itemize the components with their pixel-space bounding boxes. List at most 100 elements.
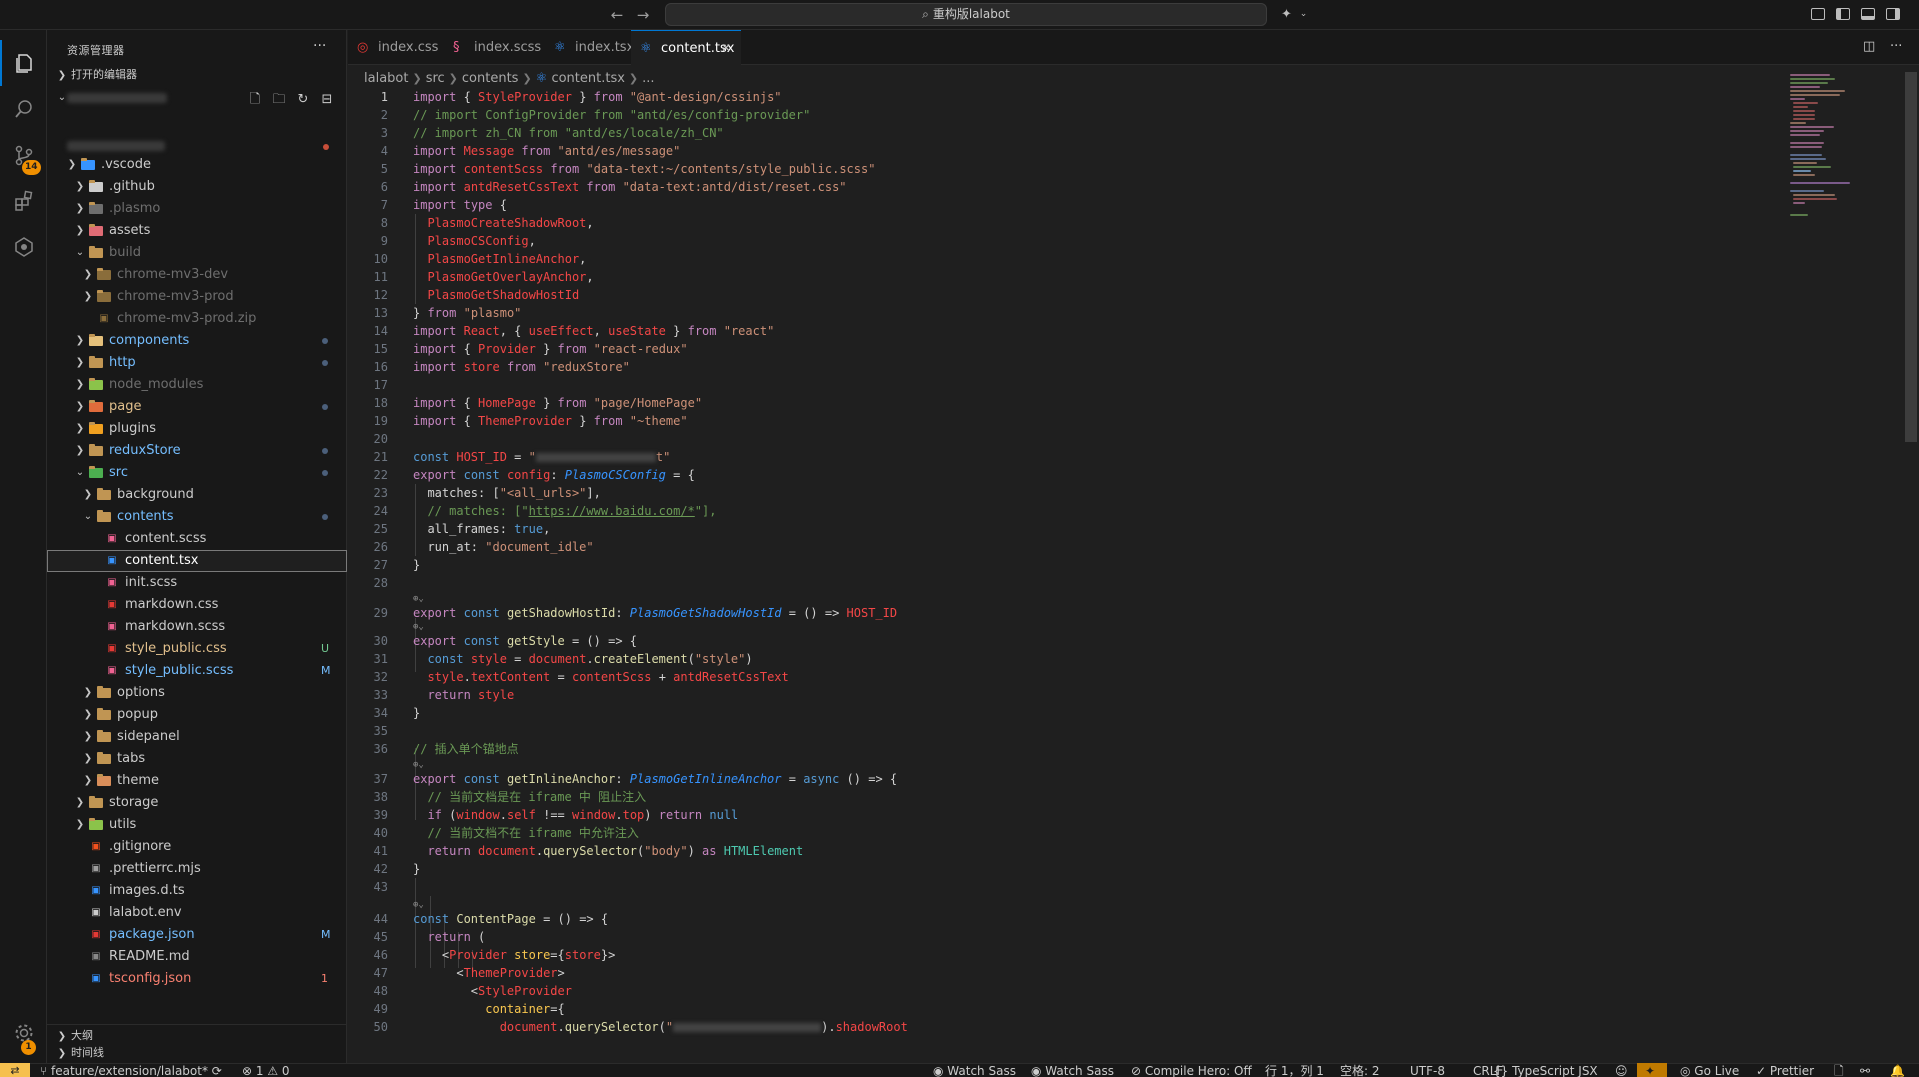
tree-folder[interactable]: ⌄ build bbox=[47, 242, 347, 264]
tab-index-scss[interactable]: § index.scss bbox=[444, 30, 545, 65]
more-actions-button[interactable]: ··· bbox=[313, 38, 326, 54]
customize-layout-icon[interactable] bbox=[1809, 6, 1826, 23]
command-center-search[interactable]: ⌕ 重构版lalabot bbox=[665, 3, 1267, 26]
open-editors-section[interactable]: ❯ 打开的编辑器 bbox=[47, 64, 347, 86]
react-file-icon: ⚛ bbox=[640, 41, 652, 56]
more-actions-icon[interactable]: ··· bbox=[1890, 39, 1902, 54]
tree-file[interactable]: ▣ package.json M bbox=[47, 924, 347, 946]
tree-file[interactable]: ▣ init.scss bbox=[47, 572, 347, 594]
tree-file[interactable]: ▣ markdown.scss bbox=[47, 616, 347, 638]
tree-folder[interactable]: ❯ assets bbox=[47, 220, 347, 242]
forward-arrow-button[interactable]: → bbox=[632, 5, 654, 25]
tree-file[interactable]: ▣ content.tsx bbox=[47, 550, 347, 572]
watch-sass-button-2[interactable]: ◉ Watch Sass bbox=[1031, 1062, 1114, 1077]
encoding[interactable]: UTF-8 bbox=[1410, 1062, 1445, 1077]
tree-file[interactable]: ▣ README.md bbox=[47, 946, 347, 968]
sync-icon: ⟳ bbox=[207, 1064, 222, 1077]
tab-index-css[interactable]: ◎ index.css bbox=[348, 30, 444, 65]
chevron-down-icon[interactable]: ⌄ bbox=[1295, 6, 1312, 23]
problems-indicator[interactable]: ⊗ 1 ⚠ 0 bbox=[242, 1062, 290, 1077]
code-editor[interactable]: 1 import { StyleProvider } from "@ant-des… bbox=[348, 88, 1748, 1038]
tree-folder[interactable]: ❯ .plasmo bbox=[47, 198, 347, 220]
outline-label: 大纲 bbox=[71, 1029, 93, 1042]
notifications-bell-icon[interactable]: 🔔 bbox=[1890, 1062, 1905, 1077]
tree-folder[interactable]: ❯ plugins bbox=[47, 418, 347, 440]
remote-indicator-icon[interactable]: ⇄ bbox=[0, 1063, 30, 1077]
tree-folder[interactable]: ❯ node_modules bbox=[47, 374, 347, 396]
tree-file[interactable]: ▣ images.d.ts bbox=[47, 880, 347, 902]
tree-file[interactable]: ▣ lalabot.env bbox=[47, 902, 347, 924]
tree-folder[interactable]: ❯ chrome-mv3-prod bbox=[47, 286, 347, 308]
modified-dot bbox=[322, 448, 328, 454]
tree-file[interactable]: ▣ content.scss bbox=[47, 528, 347, 550]
compile-hero-button[interactable]: ⊘ Compile Hero: Off bbox=[1131, 1062, 1252, 1077]
new-folder-icon[interactable]: 🗀 bbox=[269, 90, 289, 112]
tree-folder[interactable]: ❯ options bbox=[47, 682, 347, 704]
cursor-position[interactable]: 行 1，列 1 bbox=[1265, 1062, 1324, 1077]
prettier-button[interactable]: ✓ Prettier bbox=[1756, 1062, 1814, 1077]
copilot-warning-icon[interactable]: ✦ bbox=[1645, 1062, 1655, 1077]
tree-folder[interactable]: ❯ background bbox=[47, 484, 347, 506]
live-share-icon[interactable]: ⚯ bbox=[1860, 1062, 1870, 1077]
css-file-icon: ◎ bbox=[357, 40, 369, 55]
tree-folder[interactable]: ❯ .vscode bbox=[47, 154, 347, 176]
folder-shape bbox=[97, 730, 111, 742]
minimap[interactable] bbox=[1790, 74, 1890, 224]
breadcrumb-item[interactable]: lalabot bbox=[364, 71, 408, 86]
refresh-icon[interactable]: ↻ bbox=[293, 92, 313, 107]
tree-folder[interactable]: ❯ sidepanel bbox=[47, 726, 347, 748]
breadcrumb-item[interactable]: content.tsx bbox=[551, 71, 624, 86]
timeline-section[interactable]: ❯ 时间线 bbox=[47, 1042, 347, 1064]
tree-file[interactable]: ▣ tsconfig.json 1 bbox=[47, 968, 347, 990]
tree-file[interactable]: ▣ style_public.scss M bbox=[47, 660, 347, 682]
breadcrumb-item[interactable]: ... bbox=[642, 71, 654, 86]
tree-folder[interactable]: ❯ reduxStore bbox=[47, 440, 347, 462]
tree-file[interactable]: ▣ .prettierrc.mjs bbox=[47, 858, 347, 880]
back-arrow-button[interactable]: ← bbox=[606, 5, 628, 25]
toggle-panel-icon[interactable] bbox=[1859, 6, 1876, 23]
indentation[interactable]: 空格: 2 bbox=[1340, 1062, 1380, 1077]
editor-scrollbar[interactable] bbox=[1905, 72, 1917, 442]
tree-folder[interactable]: ❯ utils bbox=[47, 814, 347, 836]
tree-file[interactable]: ▣ style_public.css U bbox=[47, 638, 347, 660]
file-icon[interactable]: 🗋 bbox=[1834, 1062, 1844, 1077]
tree-folder[interactable]: ❯ page bbox=[47, 396, 347, 418]
extensions-icon[interactable] bbox=[0, 178, 47, 224]
tree-file[interactable]: ▣ chrome-mv3-prod.zip bbox=[47, 308, 347, 330]
tree-folder[interactable]: ❯ popup bbox=[47, 704, 347, 726]
copilot-status-icon[interactable]: ☺ bbox=[1615, 1062, 1628, 1077]
toggle-primary-sidebar-icon[interactable] bbox=[1834, 6, 1851, 23]
remote-explorer-icon[interactable] bbox=[0, 224, 47, 270]
source-control-icon[interactable]: 14 bbox=[0, 132, 47, 178]
collapse-all-icon[interactable]: ⊟ bbox=[317, 92, 337, 107]
tree-folder[interactable]: ⌄ src bbox=[47, 462, 347, 484]
tree-file[interactable]: ▣ .gitignore bbox=[47, 836, 347, 858]
tree-folder[interactable]: ❯ components bbox=[47, 330, 347, 352]
breadcrumb-item[interactable]: src bbox=[426, 71, 445, 86]
breadcrumb-item[interactable]: contents bbox=[462, 71, 519, 86]
tree-folder[interactable]: ⌄ contents bbox=[47, 506, 347, 528]
tree-folder[interactable]: ❯ storage bbox=[47, 792, 347, 814]
go-live-button[interactable]: ◎ Go Live bbox=[1680, 1062, 1739, 1077]
toggle-secondary-sidebar-icon[interactable] bbox=[1884, 6, 1901, 23]
branch-indicator[interactable]: ⑂ feature/extension/lalabot* ⟳ bbox=[40, 1062, 222, 1077]
tree-folder[interactable]: ❯ .github bbox=[47, 176, 347, 198]
braces-icon: {} bbox=[1493, 1064, 1513, 1077]
tree-file[interactable]: ▣ markdown.css bbox=[47, 594, 347, 616]
copilot-icon[interactable]: ✦ bbox=[1278, 6, 1295, 23]
watch-sass-button-1[interactable]: ◉ Watch Sass bbox=[933, 1062, 1016, 1077]
tree-folder[interactable]: ❯ tabs bbox=[47, 748, 347, 770]
split-editor-icon[interactable]: ◫ bbox=[1863, 39, 1875, 54]
file-icon: ▣ bbox=[91, 863, 101, 874]
tab-content-tsx[interactable]: ⚛ content.tsx ✕ bbox=[631, 30, 741, 66]
settings-gear-icon[interactable]: 1 bbox=[0, 1010, 47, 1056]
close-icon[interactable]: ✕ bbox=[721, 31, 731, 66]
tree-folder[interactable]: ❯ http bbox=[47, 352, 347, 374]
tab-index-tsx[interactable]: ⚛ index.tsx bbox=[545, 30, 634, 65]
tree-folder[interactable]: ❯ theme bbox=[47, 770, 347, 792]
language-mode[interactable]: {} TypeScript JSX bbox=[1493, 1062, 1598, 1077]
new-file-icon[interactable]: 🗋 bbox=[245, 90, 265, 112]
search-icon[interactable] bbox=[0, 86, 47, 132]
tree-folder[interactable]: ❯ chrome-mv3-dev bbox=[47, 264, 347, 286]
explorer-icon[interactable] bbox=[0, 40, 47, 86]
